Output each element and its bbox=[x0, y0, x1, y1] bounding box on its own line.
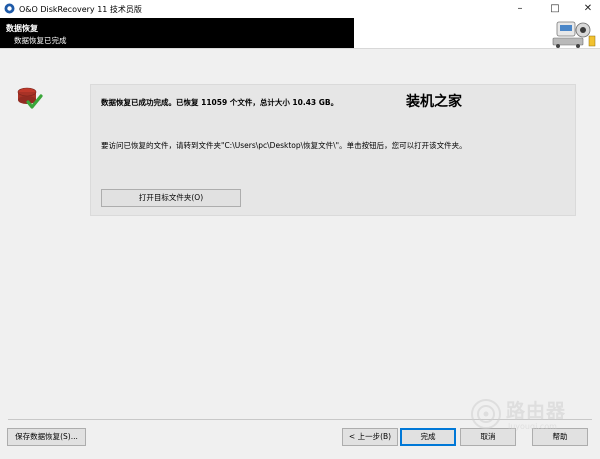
corner-watermark-subtext: luyouqi.com bbox=[508, 422, 557, 431]
window-title: O&O DiskRecovery 11 技术员版 bbox=[19, 5, 142, 14]
summary-message: 数据恢复已成功完成。已恢复 11059 个文件，总计大小 10.43 GB。 bbox=[101, 98, 339, 107]
open-target-folder-button[interactable]: 打开目标文件夹(O) bbox=[101, 189, 241, 207]
watermark-label: 装机之家 bbox=[406, 94, 462, 110]
header-banner: 数据恢复 数据恢复已完成 bbox=[0, 18, 354, 48]
title-bar: O&O DiskRecovery 11 技术员版 – □ ✕ bbox=[0, 0, 600, 19]
maximize-button[interactable]: □ bbox=[543, 0, 567, 18]
header-subtitle: 数据恢复已完成 bbox=[14, 36, 67, 45]
corner-watermark-text: 路由器 bbox=[506, 400, 567, 422]
finish-button[interactable]: 完成 bbox=[400, 428, 456, 446]
instruction-message: 要访问已恢复的文件，请转到文件夹"C:\Users\pc\Desktop\恢复文… bbox=[101, 141, 467, 150]
header-title: 数据恢复 bbox=[6, 24, 38, 33]
save-recovery-button[interactable]: 保存数据恢复(S)... bbox=[7, 428, 86, 446]
wizard-header: 数据恢复 数据恢复已完成 bbox=[0, 18, 600, 49]
result-panel: 数据恢复已成功完成。已恢复 11059 个文件，总计大小 10.43 GB。 装… bbox=[90, 84, 576, 216]
app-icon bbox=[4, 3, 15, 14]
close-button[interactable]: ✕ bbox=[576, 0, 600, 18]
corner-watermark: 路由器 luyouqi.com bbox=[470, 396, 590, 440]
robot-illustration-icon bbox=[552, 21, 596, 48]
back-button[interactable]: < 上一步(B) bbox=[342, 428, 398, 446]
minimize-button[interactable]: – bbox=[508, 0, 532, 18]
router-logo-icon bbox=[471, 399, 501, 429]
recovery-success-icon bbox=[17, 87, 43, 109]
